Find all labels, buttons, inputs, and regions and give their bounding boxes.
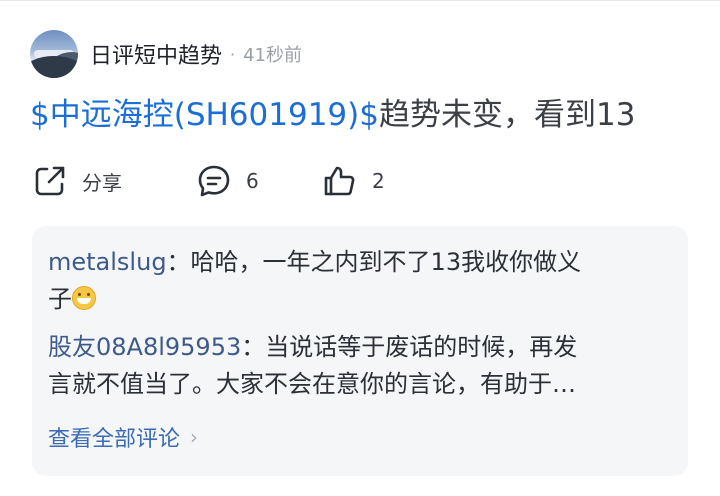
post-time: 41秒前: [243, 45, 303, 66]
like-button[interactable]: 2: [322, 160, 385, 202]
comment-text: 当说话等于废话的时候，再发: [265, 333, 578, 361]
comment-item[interactable]: 股友08A8l95953：当说话等于废话的时候，再发 言就不值当了。大家不会在意…: [48, 329, 668, 403]
comment-count: 6: [246, 169, 259, 193]
share-label: 分享: [82, 170, 122, 195]
like-count: 2: [372, 169, 385, 193]
comment-item[interactable]: metalslug：哈哈，一年之内到不了13我收你做义 子: [48, 244, 668, 318]
comment-text: 哈哈，一年之内到不了13我收你做义: [190, 248, 582, 276]
separator-dot: ·: [230, 44, 236, 64]
grinning-squinting-face-icon: [72, 286, 96, 310]
author-name[interactable]: 日评短中趋势: [90, 38, 222, 70]
comment-user[interactable]: metalslug: [48, 248, 167, 276]
avatar[interactable]: [30, 30, 78, 78]
view-all-comments-link[interactable]: 查看全部评论 ›: [48, 421, 198, 453]
comment-button[interactable]: 6: [196, 160, 259, 202]
comment-separator: ：: [166, 248, 191, 276]
post-text: 趋势未变，看到13: [378, 97, 636, 133]
thumbs-up-icon: [324, 166, 355, 196]
chevron-right-icon: ›: [190, 425, 199, 449]
comment-separator: ：: [241, 333, 266, 361]
share-button[interactable]: 分享: [32, 160, 122, 202]
post-header: 日评短中趋势 · 41秒前: [30, 26, 302, 82]
comment-user[interactable]: 股友08A8l95953: [48, 333, 241, 361]
action-bar: 分享 6 2: [32, 160, 692, 202]
top-divider: [0, 0, 720, 1]
share-icon: [35, 166, 65, 196]
stock-tag-link[interactable]: $中远海控(SH601919)$: [30, 97, 379, 133]
comments-panel: metalslug：哈哈，一年之内到不了13我收你做义 子 股友08A8l959…: [32, 226, 688, 476]
view-all-label: 查看全部评论: [48, 427, 181, 452]
comment-text-cont: 子: [48, 285, 72, 313]
post-content: $中远海控(SH601919)$趋势未变，看到13: [30, 95, 635, 135]
comment-icon: [198, 165, 230, 197]
comment-text-cont: 言就不值当了。大家不会在意你的言论，有助于…: [48, 370, 576, 398]
